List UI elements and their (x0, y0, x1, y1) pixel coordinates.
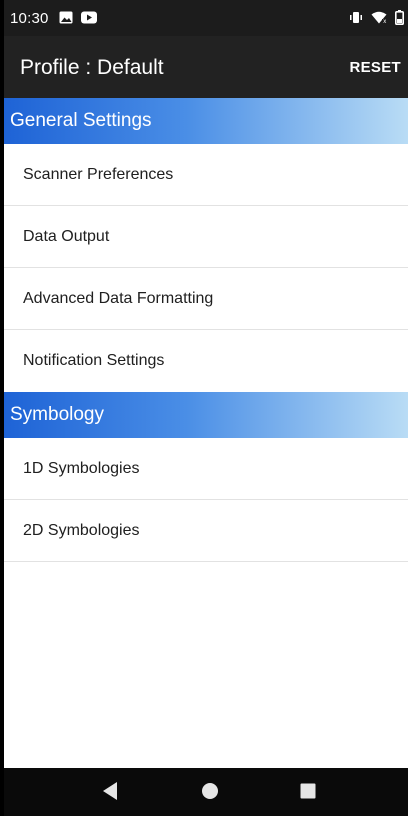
image-notification-icon (59, 11, 73, 29)
status-bar: 10:30 x (4, 0, 408, 36)
status-time: 10:30 (10, 10, 49, 27)
phone-screen: 10:30 x Profile : Default RESET General (4, 0, 408, 816)
page-title: Profile : Default (20, 56, 164, 79)
wifi-icon: x (371, 11, 387, 29)
section-header-symbology: Symbology (4, 392, 408, 438)
vibrate-icon (349, 11, 363, 29)
notification-icons (59, 11, 97, 29)
list-item-2d-symbologies[interactable]: 2D Symbologies (4, 500, 408, 562)
settings-list: General Settings Scanner Preferences Dat… (4, 98, 408, 562)
navigation-bar (4, 768, 408, 816)
reset-button[interactable]: RESET (349, 59, 401, 76)
youtube-notification-icon (81, 11, 97, 29)
list-item-scanner-preferences[interactable]: Scanner Preferences (4, 144, 408, 206)
svg-text:x: x (383, 19, 386, 24)
back-icon[interactable] (102, 781, 118, 806)
recents-icon[interactable] (300, 781, 316, 806)
list-item-data-output[interactable]: Data Output (4, 206, 408, 268)
app-bar: Profile : Default RESET (4, 36, 408, 98)
battery-icon (395, 10, 405, 30)
system-icons: x (349, 10, 405, 30)
section-header-general-settings: General Settings (4, 98, 408, 144)
home-icon[interactable] (201, 781, 219, 806)
list-item-1d-symbologies[interactable]: 1D Symbologies (4, 438, 408, 500)
list-item-advanced-data-formatting[interactable]: Advanced Data Formatting (4, 268, 408, 330)
list-item-notification-settings[interactable]: Notification Settings (4, 330, 408, 392)
